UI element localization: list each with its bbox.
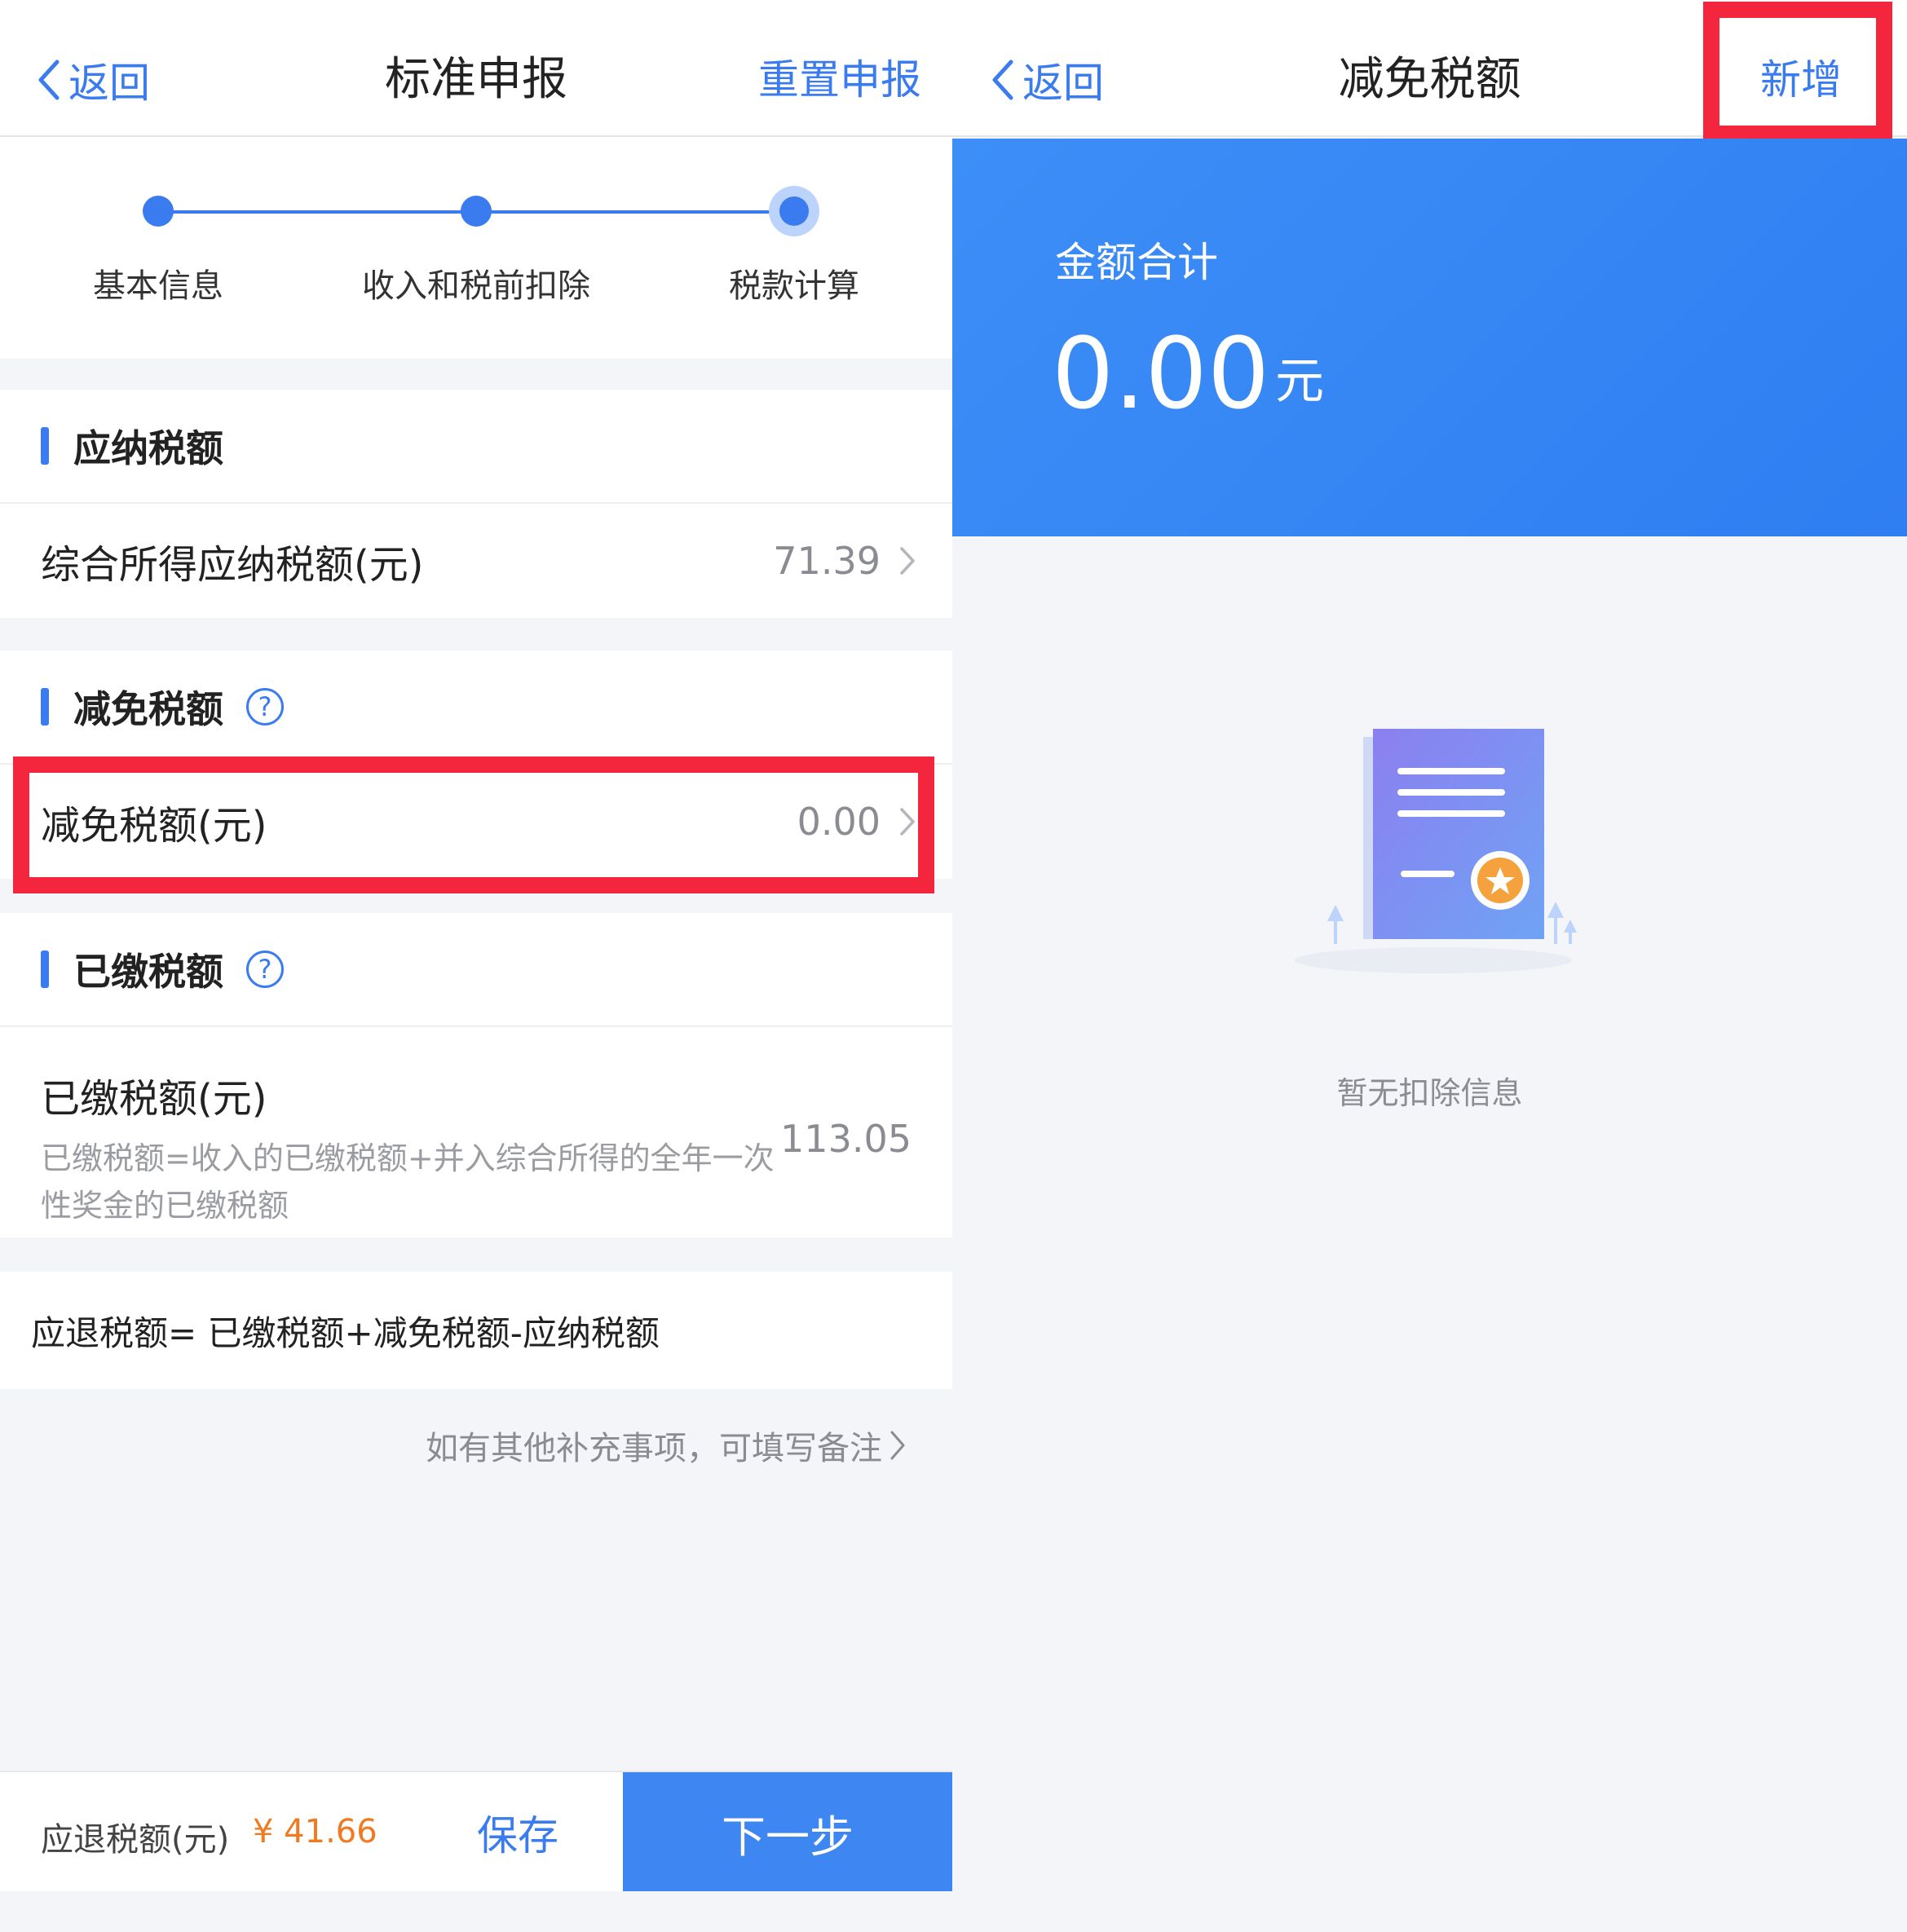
row-label: 已缴税额(元) bbox=[41, 1076, 267, 1122]
tax-reduction-screen: 返回 减免税额 新增 金额合计 0.00 元 暂无扣除信息 bbox=[952, 0, 1907, 1932]
section-header: 已缴税额 ? bbox=[0, 913, 952, 1027]
payable-tax-section: 应纳税额 综合所得应纳税额(元) 71.39 bbox=[0, 390, 952, 618]
next-step-button[interactable]: 下一步 bbox=[623, 1772, 952, 1893]
reset-declaration-button[interactable]: 重置申报 bbox=[758, 54, 921, 106]
highlight-box bbox=[13, 756, 934, 893]
paid-tax-section: 已缴税额 ? 已缴税额(元) 已缴税额=收入的已缴税额+并入综合所得的全年一次性… bbox=[0, 913, 952, 1237]
summary-unit: 元 bbox=[1275, 353, 1324, 410]
save-button[interactable]: 保存 bbox=[444, 1772, 591, 1893]
add-remark-link[interactable]: 如有其他补充事项，可填写备注 bbox=[426, 1422, 907, 1469]
empty-state-text: 暂无扣除信息 bbox=[1336, 1075, 1523, 1111]
refund-formula: 应退税额= 已缴税额+减免税额-应纳税额 bbox=[0, 1272, 952, 1389]
step-connector bbox=[476, 210, 794, 214]
section-title: 应纳税额 bbox=[73, 426, 223, 470]
row-value: 71.39 bbox=[773, 539, 881, 583]
amount-summary-card: 金额合计 0.00 元 bbox=[952, 139, 1907, 536]
help-icon[interactable]: ? bbox=[246, 688, 284, 726]
step-label: 基本信息 bbox=[93, 267, 223, 305]
step-dot-current bbox=[769, 186, 819, 236]
bottom-safe-area bbox=[0, 1891, 952, 1932]
step-label: 收入和税前扣除 bbox=[362, 267, 590, 305]
chevron-right-icon bbox=[890, 1431, 905, 1460]
help-icon[interactable]: ? bbox=[246, 951, 284, 988]
section-marker bbox=[41, 688, 49, 726]
step-label: 税款计算 bbox=[729, 267, 859, 305]
summary-title: 金额合计 bbox=[1055, 239, 1218, 286]
refund-label: 应退税额(元) bbox=[41, 1821, 230, 1859]
paid-tax-row: 已缴税额(元) 已缴税额=收入的已缴税额+并入综合所得的全年一次性奖金的已缴税额… bbox=[0, 1027, 952, 1237]
step-dot bbox=[143, 196, 174, 227]
row-value: 113.05 bbox=[780, 1117, 912, 1161]
step-dot bbox=[461, 196, 492, 227]
chevron-right-icon bbox=[900, 547, 915, 575]
section-marker bbox=[41, 951, 49, 988]
progress-stepper: 基本信息 收入和税前扣除 税款计算 bbox=[0, 137, 952, 359]
section-marker bbox=[41, 427, 49, 465]
standard-declaration-screen: 返回 标准申报 重置申报 基本信息 收入和税前扣除 税款计算 应纳税额 综合所得… bbox=[0, 0, 952, 1932]
nav-bar: 返回 标准申报 重置申报 bbox=[0, 0, 952, 137]
row-label: 综合所得应纳税额(元) bbox=[41, 542, 424, 588]
section-title: 已缴税额 bbox=[73, 950, 223, 994]
payable-tax-row[interactable]: 综合所得应纳税额(元) 71.39 bbox=[0, 504, 952, 618]
summary-amount: 0.00 bbox=[1052, 318, 1270, 431]
empty-document-icon bbox=[1295, 729, 1577, 973]
highlight-box bbox=[1703, 2, 1892, 142]
remark-label: 如有其他补充事项，可填写备注 bbox=[426, 1430, 882, 1467]
section-header: 减免税额 ? bbox=[0, 651, 952, 765]
refund-amount: ¥ 41.66 bbox=[253, 1813, 377, 1850]
bottom-action-bar: 应退税额(元) ¥ 41.66 保存 下一步 bbox=[0, 1771, 952, 1893]
section-title: 减免税额 bbox=[73, 687, 223, 731]
section-header: 应纳税额 bbox=[0, 390, 952, 504]
step-connector bbox=[158, 210, 476, 214]
row-description: 已缴税额=收入的已缴税额+并入综合所得的全年一次性奖金的已缴税额 bbox=[41, 1140, 775, 1224]
